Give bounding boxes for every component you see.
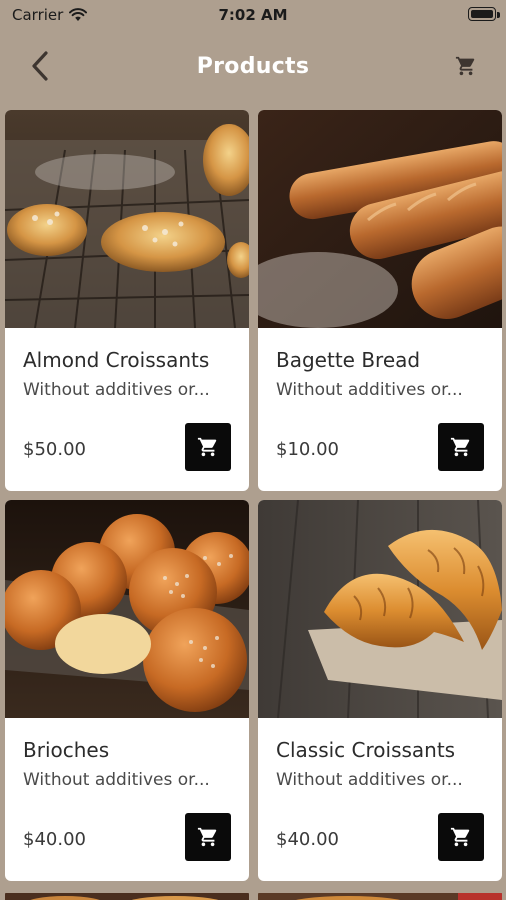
product-description: Without additives or... — [23, 770, 210, 790]
product-image-almond-croissants[interactable] — [5, 110, 249, 328]
add-to-cart-button[interactable] — [185, 423, 231, 471]
classic-croissants-photo — [258, 500, 502, 718]
product-name: Bagette Bread — [276, 348, 421, 372]
product-image-bagette-bread[interactable] — [258, 110, 502, 328]
product-image-classic-croissants[interactable] — [258, 500, 502, 718]
product-name: Almond Croissants — [23, 348, 210, 372]
product-description: Without additives or... — [276, 380, 463, 400]
cart-icon — [197, 827, 217, 847]
product-image-peek — [5, 893, 249, 900]
product-card[interactable]: Brioches Without additives or... $40.00 — [5, 500, 249, 881]
product-description: Without additives or... — [276, 770, 463, 790]
add-to-cart-button[interactable] — [438, 423, 484, 471]
add-to-cart-button[interactable] — [185, 813, 231, 861]
battery-icon — [468, 7, 500, 21]
product-price: $50.00 — [23, 439, 86, 460]
carrier-label: Carrier — [12, 6, 64, 24]
page-title: Products — [196, 53, 310, 79]
product-card-peek[interactable] — [258, 889, 502, 900]
next-row-peek — [5, 889, 502, 900]
product-image-peek — [258, 893, 502, 900]
cart-icon — [197, 437, 217, 457]
product-card[interactable]: Almond Croissants Without additives or..… — [5, 110, 249, 491]
cart-icon — [450, 437, 470, 457]
status-bar: Carrier 7:02 AM — [0, 0, 506, 30]
product-image-brioches[interactable] — [5, 500, 249, 718]
almond-croissants-photo — [5, 110, 249, 328]
nav-bar: Products — [0, 30, 506, 102]
back-button[interactable] — [20, 46, 60, 86]
product-description: Without additives or... — [23, 380, 210, 400]
cart-button[interactable] — [448, 48, 484, 84]
product-card[interactable]: Classic Croissants Without additives or.… — [258, 500, 502, 881]
wifi-icon — [69, 8, 88, 21]
product-price: $40.00 — [23, 829, 86, 850]
product-card[interactable]: Bagette Bread Without additives or... $1… — [258, 110, 502, 491]
brioches-photo — [5, 500, 249, 718]
cart-icon — [450, 827, 470, 847]
battery-level — [471, 10, 493, 18]
product-name: Classic Croissants — [276, 738, 456, 762]
bagette-bread-photo — [258, 110, 502, 328]
product-price: $40.00 — [276, 829, 339, 850]
product-grid: Almond Croissants Without additives or..… — [5, 110, 502, 881]
product-card-peek[interactable] — [5, 889, 249, 900]
product-price: $10.00 — [276, 439, 339, 460]
chevron-left-icon — [32, 51, 48, 81]
cart-icon — [455, 56, 475, 76]
status-left: Carrier — [12, 6, 88, 24]
add-to-cart-button[interactable] — [438, 813, 484, 861]
product-name: Brioches — [23, 738, 110, 762]
